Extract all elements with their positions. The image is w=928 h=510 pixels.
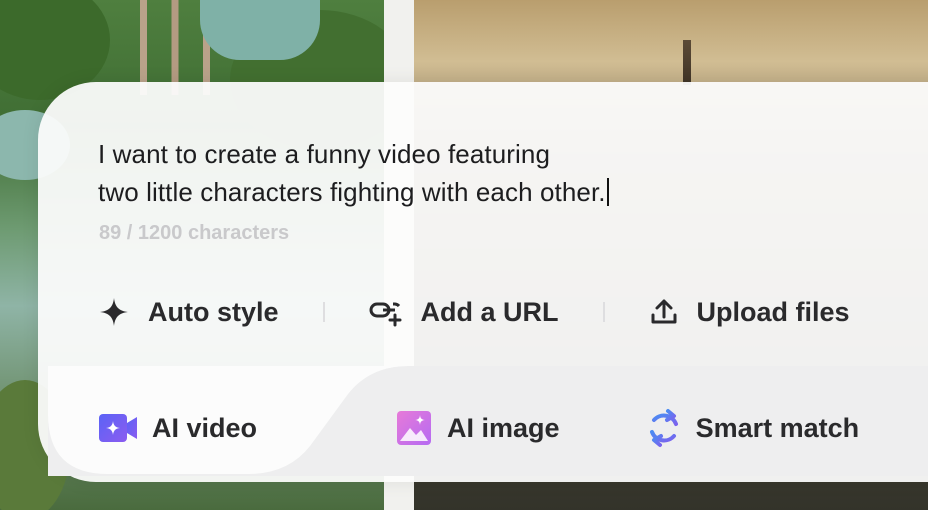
prompt-toolbar: Auto style Add a URL Upload files: [98, 290, 850, 334]
mode-tabs: AI video AI image Smart match: [98, 408, 859, 448]
upload-files-button[interactable]: Upload files: [649, 297, 850, 328]
tab-smart-match[interactable]: Smart match: [646, 408, 860, 448]
text-caret: [606, 178, 609, 206]
prompt-line-1: I want to create a funny video featuring: [98, 139, 551, 169]
smart-match-label: Smart match: [695, 412, 860, 443]
ai-video-label: AI video: [152, 412, 258, 443]
auto-style-button[interactable]: Auto style: [98, 296, 279, 328]
video-camera-icon: [99, 414, 137, 442]
auto-style-label: Auto style: [148, 296, 279, 327]
toolbar-divider: [322, 302, 325, 322]
sparkle-icon: [100, 298, 128, 326]
image-icon: [397, 411, 432, 445]
upload-files-label: Upload files: [696, 296, 850, 327]
toolbar-divider: [602, 302, 605, 322]
link-plus-icon: [369, 302, 402, 327]
refresh-icon: [649, 409, 678, 447]
tab-ai-video[interactable]: AI video: [98, 412, 257, 444]
prompt-textarea[interactable]: I want to create a funny video featuring…: [98, 135, 798, 211]
add-url-label: Add a URL: [420, 296, 559, 327]
character-counter: 89 / 1200 characters: [99, 222, 290, 244]
tab-ai-image[interactable]: AI image: [395, 409, 560, 447]
prompt-line-2-text: two little characters fighting with each…: [98, 177, 606, 207]
upload-icon: [651, 299, 677, 324]
add-url-button[interactable]: Add a URL: [369, 297, 559, 328]
ai-image-label: AI image: [447, 412, 560, 443]
prompt-line-2: two little characters fighting with each…: [98, 173, 798, 211]
spire-silhouette: [683, 40, 691, 85]
